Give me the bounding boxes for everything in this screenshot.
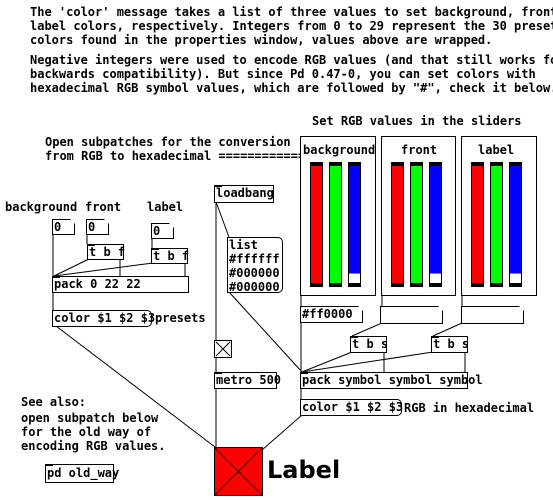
slider-label-red[interactable] <box>471 162 484 287</box>
list-message[interactable]: list #ffffff #000000 #000000 <box>227 237 283 294</box>
loadbang-object[interactable]: loadbang <box>214 185 274 203</box>
slider-front-blue[interactable] <box>429 162 442 287</box>
pd-patch-canvas: The 'color' message takes a list of thre… <box>0 0 553 500</box>
number-front[interactable]: 0 <box>86 219 109 235</box>
canvas-label: background <box>303 143 376 157</box>
trigger-symbol-object[interactable]: t b s <box>350 336 388 353</box>
symbol-box-front[interactable] <box>380 306 443 324</box>
subpatch-old-way[interactable]: pd old_way <box>45 464 119 483</box>
slider-label-blue[interactable] <box>509 162 522 287</box>
label-front: front <box>85 200 122 214</box>
trigger-symbol-object[interactable]: t b s <box>431 336 469 353</box>
canvas-label: front <box>401 143 438 157</box>
symbol-box-background[interactable]: #ff0000 <box>300 306 363 323</box>
color-message-presets[interactable]: color $1 $2 $3 <box>52 310 155 327</box>
number-label[interactable]: 0 <box>151 223 174 239</box>
slider-bg-green[interactable] <box>329 162 342 287</box>
symbol-box-label[interactable] <box>461 306 524 324</box>
toggle[interactable] <box>214 340 232 358</box>
sliders-title: Set RGB values in the sliders <box>312 114 522 128</box>
slider-front-green[interactable] <box>410 162 423 287</box>
see-also-comment: See also: open subpatch below for the old … <box>21 395 166 453</box>
pack-symbol-object[interactable]: pack symbol symbol symbol <box>300 372 483 389</box>
label-background: background <box>5 200 78 214</box>
toggle-x-icon <box>215 341 231 357</box>
trigger-object[interactable]: t b f <box>87 244 125 260</box>
number-background[interactable]: 0 <box>52 219 75 235</box>
bang-label: Label <box>267 456 341 484</box>
subpatch-note: Open subpatches for the conversion from R… <box>45 135 313 163</box>
color-message-hex[interactable]: color $1 $2 $3 <box>300 399 403 416</box>
canvas-label: label <box>478 143 515 157</box>
metro-object[interactable]: metro 500 <box>214 372 281 389</box>
pack-object[interactable]: pack 0 22 22 <box>52 276 189 293</box>
slider-bg-blue[interactable] <box>348 162 361 287</box>
trigger-object[interactable]: t b f <box>151 248 189 264</box>
label-label: label <box>147 200 184 214</box>
description-paragraph-2: Negative integers were used to encode RG… <box>30 53 553 95</box>
slider-front-red[interactable] <box>391 162 404 287</box>
bang-x-icon <box>215 448 262 495</box>
slider-label-green[interactable] <box>490 162 503 287</box>
bang-button[interactable] <box>214 447 263 496</box>
hex-comment: RGB in hexadecimal <box>404 401 535 415</box>
presets-comment: presets <box>155 311 206 325</box>
description-paragraph-1: The 'color' message takes a list of thre… <box>30 5 553 47</box>
slider-bg-red[interactable] <box>310 162 323 287</box>
